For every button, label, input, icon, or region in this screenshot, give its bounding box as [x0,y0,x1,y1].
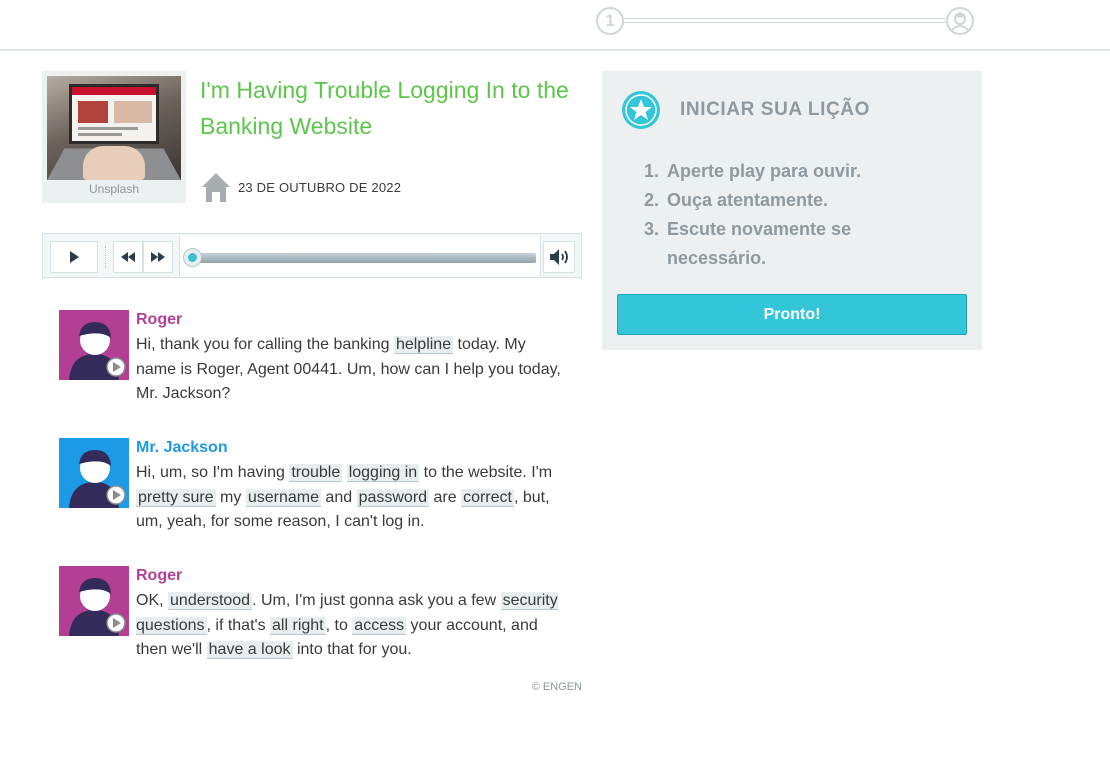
play-button[interactable] [50,241,98,273]
audio-scrub-handle[interactable] [183,248,202,267]
article-thumbnail: Unsplash [42,71,186,203]
vocab-term[interactable]: all right [270,616,326,635]
speaker-name: Roger [136,311,183,328]
volume-icon [550,249,568,265]
copyright-notice: © ENGEN [531,681,582,693]
progress-step-final [946,7,974,35]
top-bar: 1 [0,0,1110,51]
lesson-step: 3. Escute novamente se necessário. [644,219,852,268]
progress-track [624,18,946,23]
vocab-term[interactable]: password [356,488,430,507]
dialogue-turn: Roger OK, understood. Um, I'm just gonna… [59,566,569,666]
audio-progress-track[interactable] [179,236,541,276]
utterance-segment: Hi, um, so I'm having [136,464,290,481]
volume-button[interactable] [543,241,575,273]
vocab-term[interactable]: understood [168,592,253,610]
dialogue-turn: Mr. Jackson Hi, um, so I'm having troubl… [59,438,569,538]
utterance-segment: to the website. I'm [419,464,553,481]
utterance-segment: Hi, thank you for calling the banking [136,336,394,353]
utterance-segment: into that for you. [292,641,412,658]
graduation-cap-icon [951,12,969,31]
utterance-segment: , if that's [206,616,271,634]
speaker-name: Roger [136,567,183,584]
lesson-step: 1. Aperte play para ouvir. [644,161,862,181]
vocab-term[interactable]: username [245,488,321,507]
play-icon [70,251,79,263]
utterance-segment: , to [325,616,353,634]
fast-forward-icon [151,252,165,262]
speaker-avatar[interactable] [59,438,129,508]
person-icon [69,322,126,380]
lesson-step: 2. Ouça atentamente. [644,190,829,210]
audio-progress-bar [188,253,536,263]
vocab-term[interactable]: have a look [206,641,293,659]
lesson-steps: 1. Aperte play para ouvir. 2. Ouça atentam… [644,157,944,273]
vocab-term[interactable]: access [352,616,407,635]
audio-player [42,233,582,278]
utterance-segment: . Um, I'm just gonna ask you a few [252,592,501,609]
utterance-text: Hi, um, so I'm having trouble logging in… [136,461,568,535]
utterance-text: Hi, thank you for calling the banking he… [136,333,568,407]
vocab-term[interactable]: logging in [346,464,420,482]
article-title: I'm Having Trouble Logging In to the Ban… [200,77,569,139]
progress-step-1: 1 [596,7,624,35]
dialogue-turn: Roger Hi, thank you for calling the bank… [59,310,569,410]
vocab-term[interactable]: trouble [289,464,343,482]
vocab-term[interactable]: helpline [393,336,454,354]
player-separator [105,246,106,268]
ready-button[interactable]: Pronto! [617,294,967,335]
vocab-term[interactable]: pretty sure [136,488,216,507]
utterance-segment: are [429,488,462,506]
laptop-photo [47,76,181,180]
vocab-term[interactable]: correct [461,488,514,507]
speaker-name: Mr. Jackson [136,439,228,456]
utterance-segment: and [320,488,357,506]
person-icon [69,450,126,508]
speaker-avatar[interactable] [59,310,129,380]
utterance-segment: OK, [136,592,169,609]
rewind-button[interactable] [113,241,143,273]
speaker-avatar[interactable] [59,566,129,636]
rewind-icon [121,252,135,262]
lesson-panel: INICIAR SUA LIÇÃO 1. Aperte play para ouv… [602,71,982,350]
article-date-row: 23 DE OUTUBRO DE 2022 [200,170,401,204]
photo-credit[interactable]: Unsplash [42,182,186,196]
utterance-text: OK, understood. Um, I'm just gonna ask y… [136,589,568,663]
article-date: 23 DE OUTUBRO DE 2022 [238,179,402,195]
home-icon [202,173,230,202]
person-icon [69,578,126,636]
utterance-segment: my [215,488,246,506]
fast-forward-button[interactable] [143,241,173,273]
lesson-title: INICIAR SUA LIÇÃO [680,99,870,120]
star-icon [622,91,660,129]
